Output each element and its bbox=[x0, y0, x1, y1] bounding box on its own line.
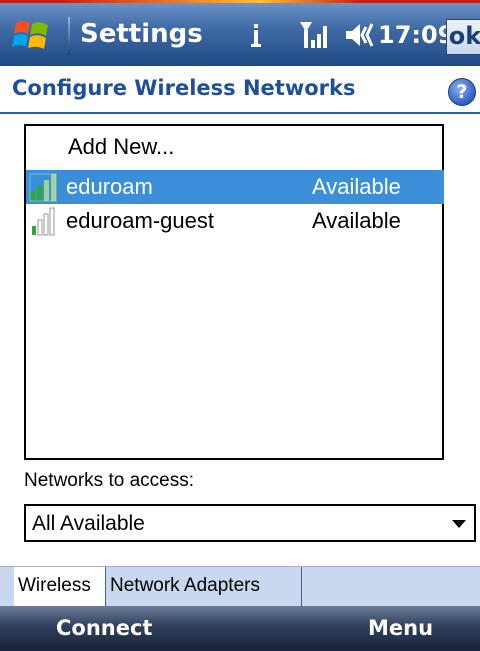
volume-status[interactable] bbox=[342, 15, 378, 55]
network-ssid: eduroam bbox=[66, 174, 153, 199]
wireless-network-list[interactable]: Add New... eduroam Available eduroam-gue… bbox=[24, 124, 444, 460]
title-bar-accent bbox=[60, 0, 360, 3]
chevron-down-icon[interactable] bbox=[452, 520, 466, 528]
clock[interactable]: 17:09 bbox=[378, 21, 454, 49]
signal-strength-icon bbox=[26, 206, 66, 236]
app-title: Settings bbox=[80, 19, 203, 49]
networks-to-access-label: Networks to access: bbox=[24, 470, 194, 491]
add-new-network[interactable]: Add New... bbox=[68, 134, 174, 160]
title-bar: Settings 17:09 ok bbox=[0, 0, 480, 66]
signal-icon bbox=[300, 22, 327, 48]
windows-start-icon bbox=[12, 21, 48, 49]
antenna-icon bbox=[251, 24, 261, 47]
network-status: Available bbox=[312, 174, 401, 199]
antenna-status[interactable] bbox=[248, 15, 264, 55]
network-ssid: eduroam-guest bbox=[66, 208, 214, 233]
dropdown-selected-value: All Available bbox=[32, 512, 145, 535]
network-status: Available bbox=[312, 208, 401, 233]
title-separator bbox=[68, 17, 70, 55]
connect-softkey[interactable]: Connect bbox=[56, 616, 152, 640]
signal-status[interactable] bbox=[298, 15, 332, 55]
menu-softkey[interactable]: Menu bbox=[368, 616, 433, 640]
tab-wireless[interactable]: Wireless bbox=[14, 567, 106, 607]
networks-to-access-dropdown[interactable]: All Available bbox=[24, 504, 476, 542]
page-header: Configure Wireless Networks ? bbox=[0, 66, 480, 114]
volume-icon bbox=[346, 23, 374, 47]
ok-button[interactable]: ok bbox=[446, 19, 480, 55]
page-title: Configure Wireless Networks bbox=[12, 76, 356, 100]
tab-network-adapters[interactable]: Network Adapters bbox=[106, 567, 302, 607]
tab-bar: Wireless Network Adapters bbox=[0, 566, 480, 607]
softkey-bar: Connect Menu bbox=[0, 606, 480, 651]
help-icon[interactable]: ? bbox=[448, 78, 476, 106]
network-row-eduroam[interactable]: eduroam Available bbox=[26, 170, 444, 204]
network-row-eduroam-guest[interactable]: eduroam-guest Available bbox=[26, 204, 444, 238]
windows-start-button[interactable] bbox=[10, 15, 54, 55]
signal-strength-icon bbox=[26, 172, 66, 202]
